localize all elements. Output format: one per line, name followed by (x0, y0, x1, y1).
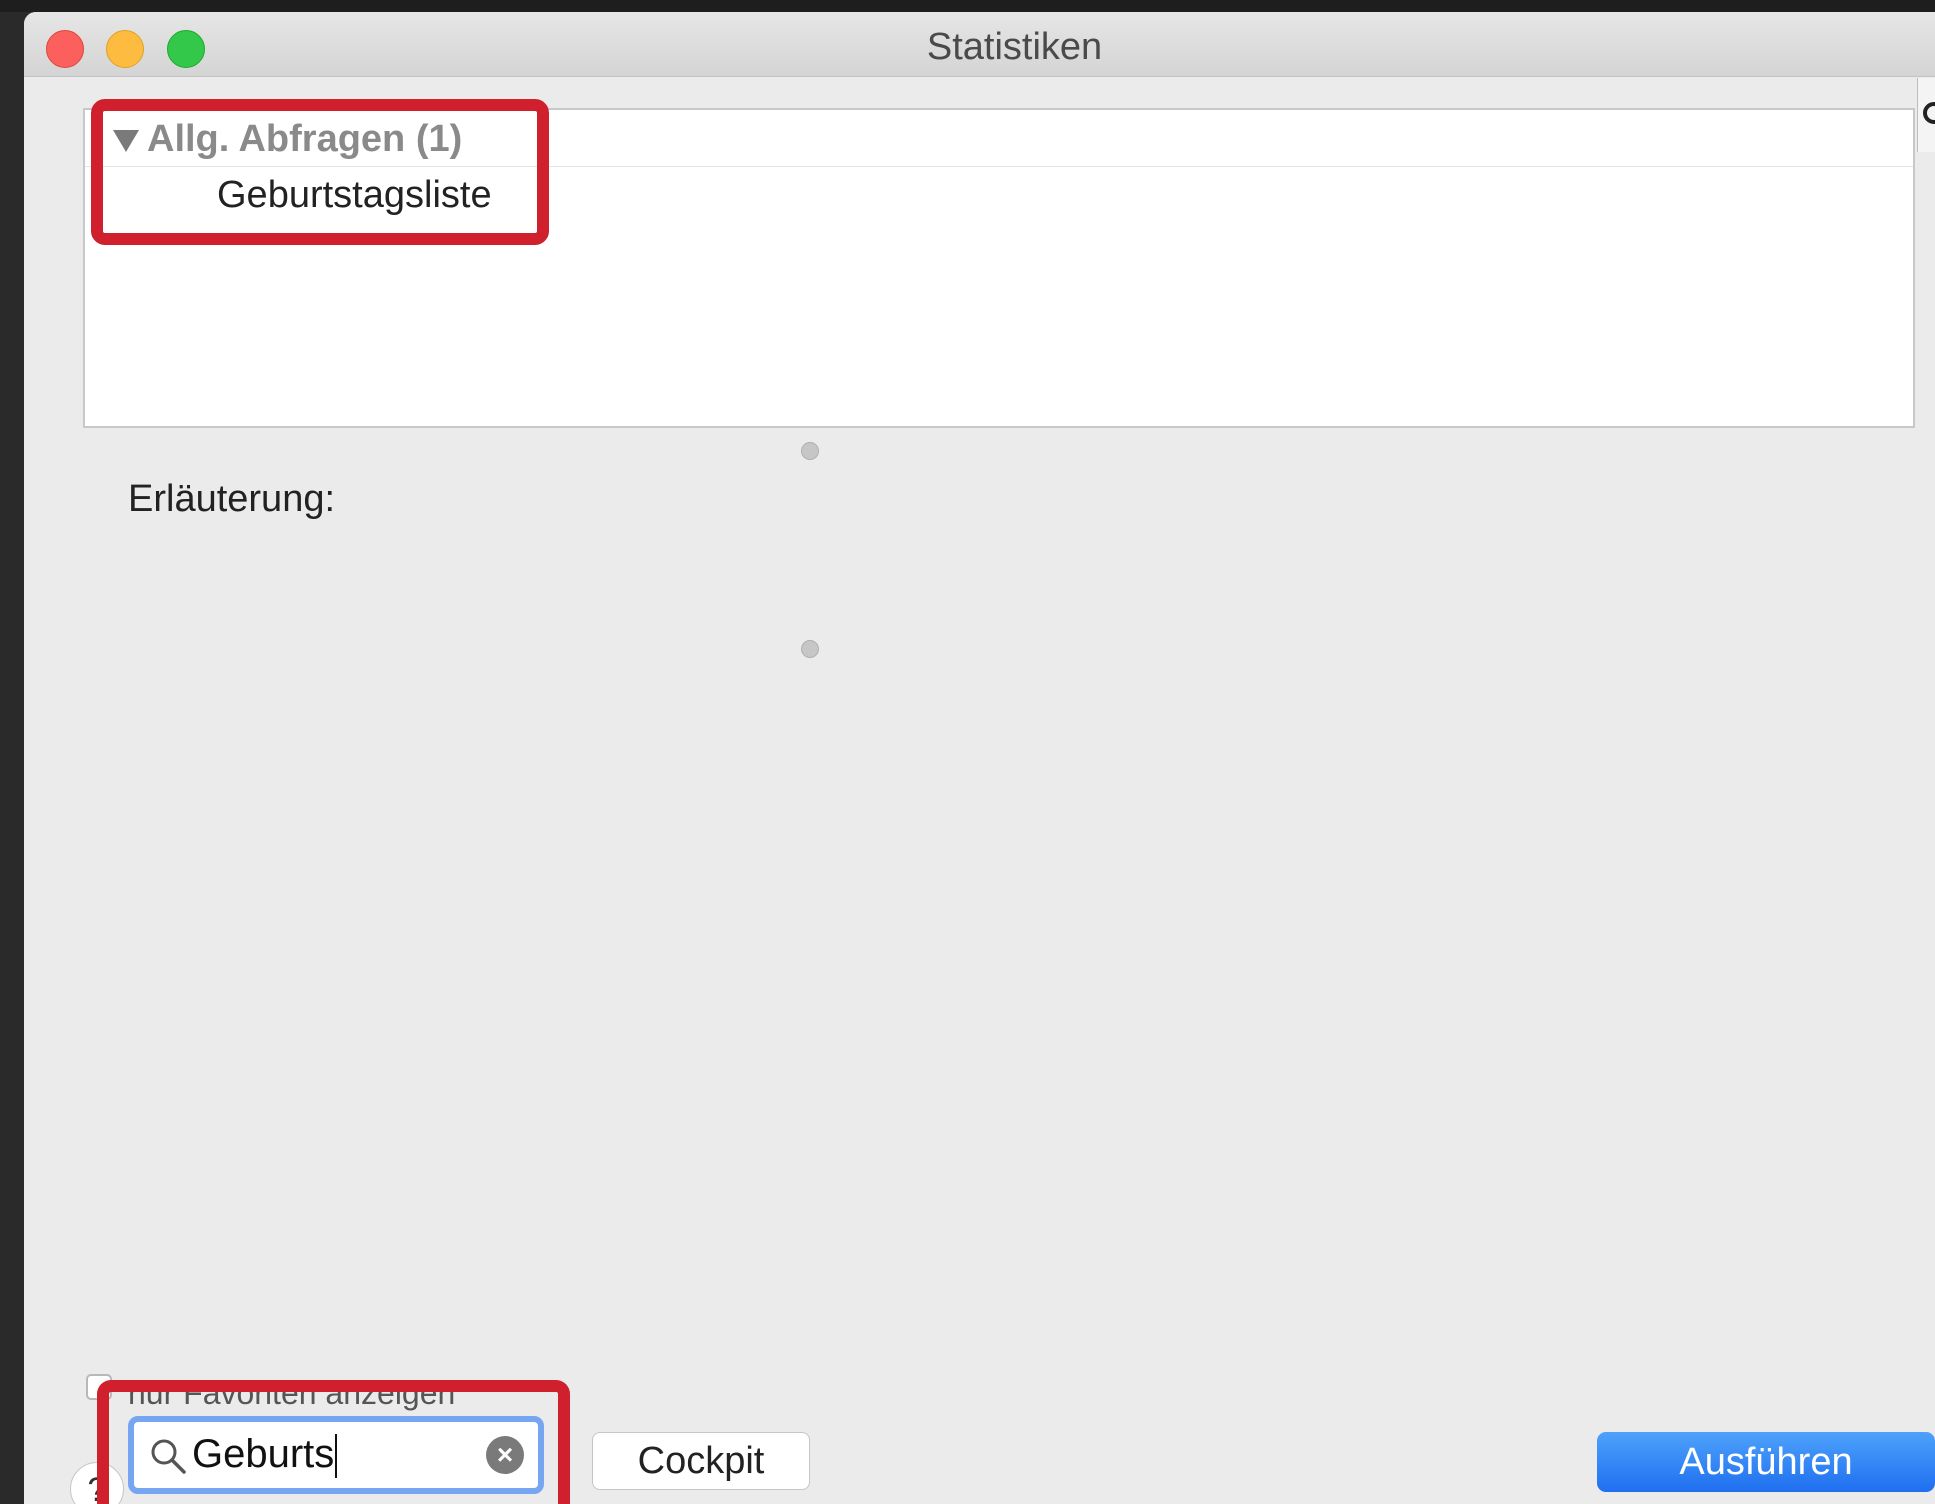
title-bar[interactable]: Statistiken (24, 12, 1935, 77)
desktop-top-strip (0, 0, 1935, 12)
annotation-highlight-outline (91, 99, 549, 245)
cockpit-button[interactable]: Cockpit (592, 1432, 810, 1490)
explanation-label: Erläuterung: (128, 478, 336, 520)
annotation-highlight-search (97, 1380, 570, 1504)
run-button[interactable]: Ausführen (1597, 1432, 1935, 1492)
split-view-handle-top[interactable] (801, 442, 819, 460)
window-title: Statistiken (926, 26, 1103, 68)
window-close-button[interactable] (46, 30, 84, 68)
split-view-handle-bottom[interactable] (801, 640, 819, 658)
